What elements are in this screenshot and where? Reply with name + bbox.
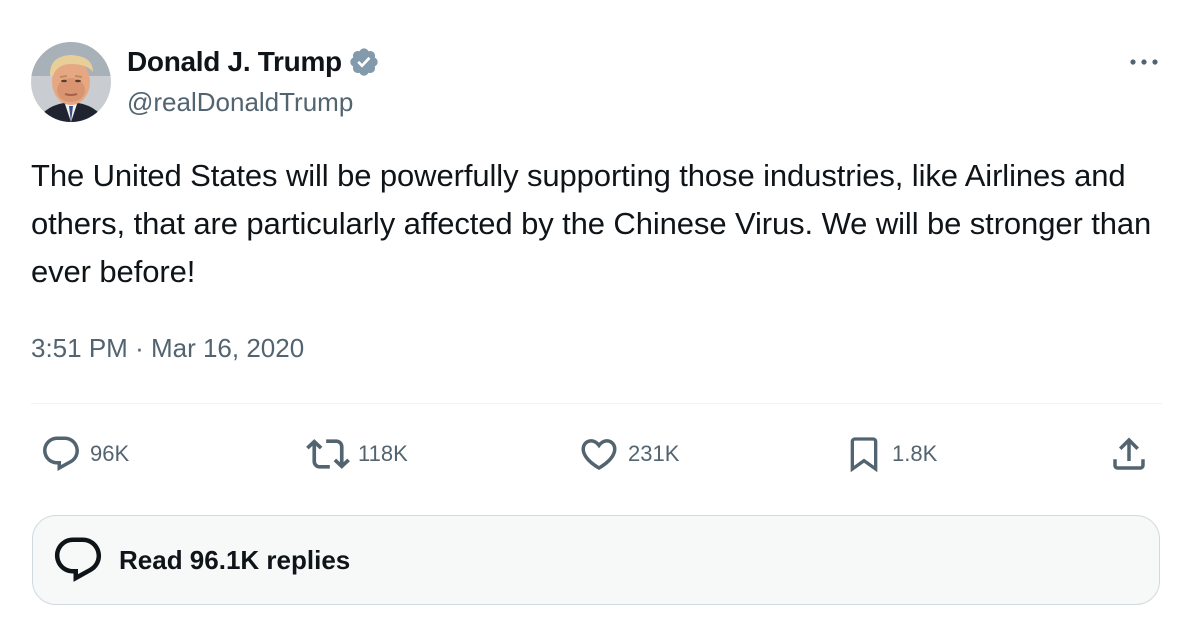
tweet-text: The United States will be powerfully sup… <box>31 158 1152 289</box>
bookmark-count: 1.8K <box>892 441 938 466</box>
read-replies-label: Read 96.1K replies <box>119 544 351 575</box>
reply-button[interactable]: 96K <box>40 430 129 478</box>
bookmark-button[interactable]: 1.8K <box>844 430 937 478</box>
tweet-time-link[interactable]: 3:51 PM · Mar 16, 2020 <box>31 333 304 363</box>
heart-icon <box>581 439 617 471</box>
retweet-button[interactable]: 118K <box>306 430 408 478</box>
timestamp-separator: · <box>135 333 144 363</box>
like-count: 231K <box>628 441 680 466</box>
display-name-text: Donald J. Trump <box>127 46 342 77</box>
share-upload-icon <box>1113 437 1145 470</box>
read-replies-button[interactable]: Read 96.1K replies <box>32 515 1160 605</box>
verified-badge-icon[interactable] <box>348 46 380 78</box>
tweet-card: Donald J. Trump @realDonaldTrump The Uni… <box>0 0 1198 624</box>
retweet-count: 118K <box>358 441 408 466</box>
replies-bubble-icon <box>54 537 102 582</box>
bookmark-icon <box>850 437 878 473</box>
avatar[interactable] <box>31 42 111 122</box>
tweet-time: 3:51 PM <box>31 333 128 363</box>
retweet-icon <box>306 439 350 469</box>
tweet-timestamp: 3:51 PM · Mar 16, 2020 <box>31 331 304 365</box>
display-name[interactable]: Donald J. Trump <box>127 45 380 79</box>
divider <box>31 403 1162 404</box>
tweet-date: Mar 16, 2020 <box>150 333 305 363</box>
action-bar: 96K 118K 231K 1.8K <box>0 430 1198 478</box>
user-handle[interactable]: @realDonaldTrump <box>127 86 353 118</box>
share-button[interactable] <box>1108 430 1150 478</box>
profile-photo <box>31 42 111 122</box>
reply-count: 96K <box>90 441 130 466</box>
like-button[interactable]: 231K <box>578 430 679 478</box>
reply-bubble-icon <box>43 436 79 471</box>
more-options-button[interactable] <box>1124 48 1164 76</box>
more-dots-icon <box>1130 59 1158 65</box>
